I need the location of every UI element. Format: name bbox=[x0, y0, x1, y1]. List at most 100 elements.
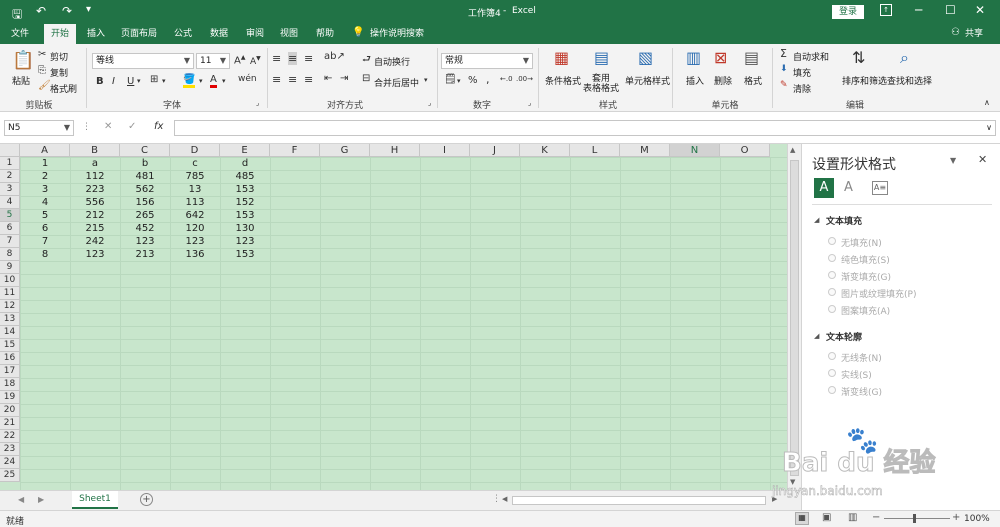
table-cell[interactable]: 212 bbox=[70, 209, 120, 222]
scroll-thumb[interactable] bbox=[790, 160, 799, 476]
close-icon[interactable]: ✕ bbox=[975, 3, 985, 17]
table-cell[interactable]: 112 bbox=[70, 170, 120, 183]
tab-home[interactable]: 开始 bbox=[44, 24, 76, 44]
increase-indent-icon[interactable]: ⇥ bbox=[340, 73, 348, 84]
comma-icon[interactable]: , bbox=[486, 73, 490, 86]
conditional-format-icon[interactable]: ▦ bbox=[554, 48, 569, 67]
table-cell[interactable]: 113 bbox=[170, 196, 220, 209]
pane-close-icon[interactable]: ✕ bbox=[978, 153, 987, 166]
align-center-icon[interactable]: ≡ bbox=[288, 73, 297, 86]
font-color-dropdown-icon[interactable]: ▾ bbox=[222, 77, 226, 85]
table-cell[interactable]: 123 bbox=[170, 235, 220, 248]
row-header-3[interactable]: 3 bbox=[0, 183, 20, 196]
column-header-n[interactable]: N bbox=[670, 144, 720, 157]
align-middle-icon[interactable]: ≡ bbox=[288, 52, 298, 65]
page-break-view-icon[interactable]: ▥ bbox=[848, 512, 857, 523]
alignment-dialog-launcher-icon[interactable]: ⌟ bbox=[428, 99, 431, 107]
column-header-k[interactable]: K bbox=[520, 144, 570, 157]
formula-input[interactable]: ∨ bbox=[174, 120, 996, 136]
next-sheet-icon[interactable]: ▶ bbox=[38, 495, 44, 504]
sort-filter-button[interactable]: 排序和筛选 bbox=[842, 74, 887, 87]
row-header-8[interactable]: 8 bbox=[0, 248, 20, 261]
row-header-16[interactable]: 16 bbox=[0, 352, 20, 365]
table-cell[interactable]: 7 bbox=[20, 235, 70, 248]
horizontal-scrollbar[interactable] bbox=[512, 496, 766, 505]
save-icon[interactable]: 🖫 bbox=[12, 5, 22, 26]
format-as-table-button[interactable]: 套用 表格格式 bbox=[583, 74, 619, 94]
outline-section-toggle-icon[interactable]: ◢ bbox=[814, 332, 819, 340]
delete-cells-button[interactable]: 删除 bbox=[714, 74, 732, 87]
table-cell[interactable]: 485 bbox=[220, 170, 270, 183]
table-cell[interactable]: 265 bbox=[120, 209, 170, 222]
bold-icon[interactable]: B bbox=[96, 76, 104, 87]
row-header-19[interactable]: 19 bbox=[0, 391, 20, 404]
table-cell[interactable]: 215 bbox=[70, 222, 120, 235]
format-painter-icon[interactable]: 🖌 bbox=[38, 80, 51, 91]
tab-data[interactable]: 数据 bbox=[204, 24, 234, 44]
paste-button[interactable]: 粘贴 bbox=[12, 74, 30, 87]
format-cells-button[interactable]: 格式 bbox=[744, 74, 762, 87]
column-header-d[interactable]: D bbox=[170, 144, 220, 157]
table-cell[interactable]: a bbox=[70, 157, 120, 170]
decrease-font-icon[interactable]: A▼ bbox=[250, 55, 261, 67]
sheet-tab-sheet1[interactable]: Sheet1 bbox=[72, 491, 118, 509]
row-header-2[interactable]: 2 bbox=[0, 170, 20, 183]
ribbon-display-icon[interactable]: ↑ bbox=[880, 4, 892, 16]
font-name-select[interactable]: 等线 ▼ bbox=[92, 53, 194, 69]
outline-section-title[interactable]: 文本轮廓 bbox=[826, 330, 862, 343]
format-as-table-icon[interactable]: ▤ bbox=[594, 48, 609, 67]
merge-center-icon[interactable]: ⊟ bbox=[362, 73, 370, 84]
copy-button[interactable]: 复制 bbox=[50, 66, 68, 79]
table-cell[interactable]: 452 bbox=[120, 222, 170, 235]
delete-cells-icon[interactable]: ⊠ bbox=[714, 48, 727, 67]
column-header-f[interactable]: F bbox=[270, 144, 320, 157]
fill-color-icon[interactable]: 🪣 bbox=[183, 74, 196, 88]
find-select-button[interactable]: 查找和选择 bbox=[887, 74, 932, 87]
fill-section-title[interactable]: 文本填充 bbox=[826, 214, 862, 227]
tell-me-search[interactable]: 操作说明搜索 bbox=[368, 24, 426, 44]
fill-icon[interactable]: ⬇ bbox=[780, 64, 788, 74]
table-cell[interactable]: 153 bbox=[220, 248, 270, 261]
row-header-15[interactable]: 15 bbox=[0, 339, 20, 352]
align-right-icon[interactable]: ≡ bbox=[304, 73, 313, 86]
tab-help[interactable]: 帮助 bbox=[310, 24, 340, 44]
decrease-decimal-icon[interactable]: .00→ bbox=[516, 75, 533, 83]
table-cell[interactable]: 13 bbox=[170, 183, 220, 196]
fill-section-toggle-icon[interactable]: ◢ bbox=[814, 216, 819, 224]
row-header-25[interactable]: 25 bbox=[0, 469, 20, 482]
align-bottom-icon[interactable]: ≡ bbox=[304, 52, 313, 65]
row-header-20[interactable]: 20 bbox=[0, 404, 20, 417]
select-all-corner[interactable] bbox=[0, 144, 20, 157]
collapse-ribbon-icon[interactable]: ∧ bbox=[984, 98, 990, 107]
tab-review[interactable]: 审阅 bbox=[240, 24, 270, 44]
share-button[interactable]: 共享 bbox=[962, 24, 986, 44]
cut-button[interactable]: 剪切 bbox=[50, 50, 68, 63]
fill-color-dropdown-icon[interactable]: ▾ bbox=[199, 77, 203, 85]
autosum-icon[interactable]: Σ bbox=[780, 47, 787, 60]
zoom-out-icon[interactable]: − bbox=[872, 512, 880, 523]
prev-sheet-icon[interactable]: ◀ bbox=[18, 495, 24, 504]
column-header-m[interactable]: M bbox=[620, 144, 670, 157]
row-header-6[interactable]: 6 bbox=[0, 222, 20, 235]
fill-option-pattern[interactable]: 图案填充(A) bbox=[828, 304, 890, 317]
radio[interactable] bbox=[828, 386, 836, 394]
column-header-b[interactable]: B bbox=[70, 144, 120, 157]
column-header-o[interactable]: O bbox=[720, 144, 770, 157]
row-header-11[interactable]: 11 bbox=[0, 287, 20, 300]
tab-file[interactable]: 文件 bbox=[4, 24, 36, 44]
clear-icon[interactable]: ✎ bbox=[780, 80, 788, 90]
scroll-up-icon[interactable]: ▲ bbox=[790, 146, 795, 154]
customize-qat-icon[interactable]: ▾ bbox=[86, 4, 91, 15]
table-cell[interactable]: 1 bbox=[20, 157, 70, 170]
radio[interactable] bbox=[828, 288, 836, 296]
column-header-e[interactable]: E bbox=[220, 144, 270, 157]
table-cell[interactable]: 242 bbox=[70, 235, 120, 248]
vertical-scrollbar[interactable]: ▲ ▼ bbox=[787, 144, 801, 490]
wrap-text-icon[interactable]: ⮐ bbox=[362, 52, 371, 69]
table-cell[interactable]: 223 bbox=[70, 183, 120, 196]
expand-formula-icon[interactable]: ∨ bbox=[986, 123, 992, 132]
insert-cells-icon[interactable]: ▥ bbox=[686, 48, 701, 67]
underline-icon[interactable]: U bbox=[127, 76, 134, 87]
table-cell[interactable]: 152 bbox=[220, 196, 270, 209]
table-cell[interactable]: 153 bbox=[220, 209, 270, 222]
